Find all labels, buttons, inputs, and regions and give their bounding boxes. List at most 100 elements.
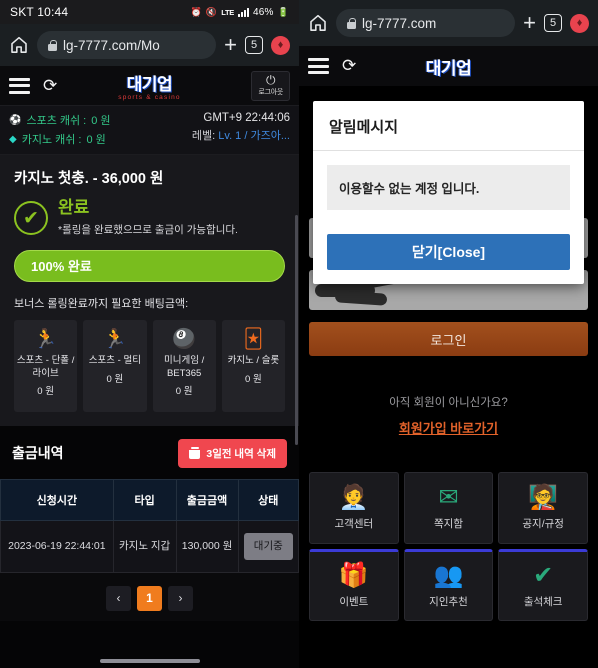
level-label: 레벨:: [191, 130, 216, 142]
sports-cash-label: 스포츠 캐쉬 :: [26, 115, 87, 127]
profile-avatar[interactable]: ♦: [271, 35, 290, 55]
rolling-progress-bar: 100% 완료: [14, 249, 285, 282]
right-screenshot-panel: lg-7777.com + 5 ♦ ⟳ 대기업 로그인 아직 회원이 아니신가요…: [299, 0, 598, 668]
new-tab-button[interactable]: +: [224, 34, 237, 56]
home-indicator: [99, 659, 200, 663]
pagination-prev-button[interactable]: ‹: [106, 585, 131, 611]
tab-count-button[interactable]: 5: [245, 36, 263, 54]
cell-time: 2023-06-19 22:44:01: [0, 519, 114, 573]
rolling-status-sub: *롤링을 완료했으므로 출금이 가능합니다.: [58, 223, 238, 236]
mute-icon: 🔇: [205, 6, 218, 17]
hamburger-menu-icon[interactable]: [9, 77, 30, 94]
server-time: GMT+9 22:44:06: [203, 112, 290, 124]
column-header-amount: 출금금액: [175, 478, 239, 521]
site-logo[interactable]: 대기업 sports & casino: [118, 70, 180, 101]
power-icon: ⏻: [265, 72, 276, 87]
cell-type: 카지노 지갑: [112, 519, 177, 573]
login-page-body: ⟳ 대기업 로그인 아직 회원이 아니: [299, 46, 598, 648]
category-amount: 0 원: [37, 386, 54, 398]
level-value: Lv. 1 / 가즈아...: [218, 130, 290, 142]
session-meta: GMT+9 22:44:06 레벨: Lv. 1 / 가즈아...: [192, 112, 290, 147]
new-tab-button[interactable]: +: [523, 12, 536, 34]
cash-rows: ⚽ 스포츠 캐쉬 : 0 원 ◆ 카지노 캐쉬 : 0 원: [9, 112, 111, 147]
url-text: lg-7777.com/Mo: [63, 37, 160, 53]
cell-state: 대기중: [237, 519, 299, 573]
logout-label: 로그아웃: [258, 88, 283, 96]
url-text: lg-7777.com: [362, 15, 437, 31]
modal-message: 이용할수 없는 계정 입니다.: [327, 165, 570, 210]
cards-icon: 🃏: [243, 328, 264, 350]
column-header-type: 타입: [112, 478, 177, 521]
rolling-status-row: ✔ 완료 *롤링을 완료했으므로 출금이 가능합니다.: [14, 198, 285, 237]
category-amount: 0 원: [175, 386, 193, 398]
logout-button[interactable]: ⏻ 로그아웃: [251, 70, 290, 101]
profile-avatar[interactable]: ♦: [570, 13, 589, 33]
rolling-title: 카지노 첫충. - 36,000 원: [14, 171, 164, 187]
delete-old-history-button[interactable]: 3일전 내역 삭제: [178, 438, 287, 468]
status-badge: 대기중: [243, 532, 293, 560]
category-label: 스포츠 - 멀티: [88, 354, 141, 366]
page-scrollbar[interactable]: [295, 215, 298, 445]
eight-ball-icon: 🎱: [172, 328, 196, 350]
category-grid: 🏃 스포츠 - 단폴 / 라이브 0 원 🏃 스포츠 - 멀티 0 원 🎱 미니…: [14, 319, 285, 412]
cash-balance-bar: ⚽ 스포츠 캐쉬 : 0 원 ◆ 카지노 캐쉬 : 0 원 GMT+9 22:4…: [0, 106, 299, 155]
browser-toolbar: lg-7777.com + 5 ♦: [299, 0, 598, 46]
tab-count-button[interactable]: 5: [544, 14, 562, 32]
sports-cash-row: ⚽ 스포츠 캐쉬 : 0 원: [9, 112, 111, 128]
modal-close-button[interactable]: 닫기[Close]: [327, 234, 570, 270]
refresh-icon[interactable]: ⟳: [43, 76, 57, 96]
pagination: ‹ 1 ›: [0, 572, 299, 621]
rolling-status-main: 완료: [58, 198, 90, 217]
home-icon[interactable]: [9, 35, 29, 55]
url-bar[interactable]: lg-7777.com/Mo: [37, 31, 217, 59]
rolling-status-card: 카지노 첫충. - 36,000 원 ✔ 완료 *롤링을 완료했으므로 출금이 …: [0, 155, 299, 426]
pagination-next-button[interactable]: ›: [168, 585, 193, 611]
table-row: 2023-06-19 22:44:01 카지노 지갑 130,000 원 대기중: [0, 519, 299, 573]
category-label: 미니게임 / BET365: [164, 354, 205, 379]
battery-percent-label: 46%: [252, 6, 274, 18]
user-level: 레벨: Lv. 1 / 가즈아...: [192, 127, 290, 143]
required-bet-label: 보너스 롤링완료까지 필요한 배팅금액:: [14, 297, 189, 310]
category-amount: 0 원: [106, 373, 124, 385]
network-type-label: LTE: [221, 7, 234, 17]
diamond-icon: ◆: [9, 133, 17, 145]
url-bar[interactable]: lg-7777.com: [336, 9, 516, 37]
category-label: 카지노 / 슬롯: [227, 354, 280, 366]
trash-icon: [189, 447, 201, 460]
withdrawal-history-table: 신청시간 타입 출금금액 상태 2023-06-19 22:44:01 카지노 …: [0, 478, 299, 573]
site-header: ⟳ 대기업 sports & casino ⏻ 로그아웃: [0, 66, 299, 106]
status-bar: SKT 10:44 ⏰ 🔇 LTE 46% 🔋: [0, 0, 299, 24]
table-header-row: 신청시간 타입 출금금액 상태: [0, 478, 299, 521]
cell-amount: 130,000 원: [175, 519, 239, 573]
withdrawal-history-header: 출금내역 3일전 내역 삭제: [0, 425, 299, 479]
check-circle-icon: ✔: [14, 201, 48, 235]
casino-cash-value: 0 원: [86, 134, 106, 146]
logo-main-text: 대기업: [126, 75, 173, 94]
status-indicators: ⏰ 🔇 LTE 46% 🔋: [190, 7, 289, 18]
category-card-minigame[interactable]: 🎱 미니게임 / BET365 0 원: [152, 319, 216, 412]
lock-icon: [48, 39, 57, 51]
category-amount: 0 원: [245, 373, 262, 385]
browser-toolbar: lg-7777.com/Mo + 5 ♦: [0, 24, 299, 66]
category-card-sports-multi[interactable]: 🏃 스포츠 - 멀티 0 원: [83, 319, 147, 412]
carrier-and-clock: SKT 10:44: [10, 5, 69, 19]
withdrawal-history-title: 출금내역: [12, 445, 64, 462]
alert-modal: 알림메시지 이용할수 없는 계정 입니다. 닫기[Close]: [313, 101, 584, 284]
sports-cash-value: 0 원: [91, 115, 111, 127]
home-icon[interactable]: [308, 13, 328, 33]
column-header-time: 신청시간: [0, 478, 114, 521]
left-screenshot-panel: SKT 10:44 ⏰ 🔇 LTE 46% 🔋 lg-7777.com/Mo +…: [0, 0, 299, 668]
category-card-sports-single[interactable]: 🏃 스포츠 - 단폴 / 라이브 0 원: [14, 319, 78, 412]
category-card-casino-slot[interactable]: 🃏 카지노 / 슬롯 0 원: [221, 319, 285, 412]
rolling-progress-label: 100% 완료: [31, 259, 92, 275]
casino-cash-row: ◆ 카지노 캐쉬 : 0 원: [9, 131, 111, 147]
logo-sub-text: sports & casino: [118, 94, 181, 101]
battery-icon: 🔋: [277, 6, 289, 17]
column-header-state: 상태: [237, 478, 299, 521]
pagination-page-1[interactable]: 1: [137, 585, 162, 611]
signal-bars-icon: [237, 7, 249, 17]
category-label: 스포츠 - 단폴 / 라이브: [16, 354, 75, 379]
dual-screenshot-stage: SKT 10:44 ⏰ 🔇 LTE 46% 🔋 lg-7777.com/Mo +…: [0, 0, 598, 668]
alarm-icon: ⏰: [190, 6, 202, 17]
lock-icon: [347, 17, 356, 29]
